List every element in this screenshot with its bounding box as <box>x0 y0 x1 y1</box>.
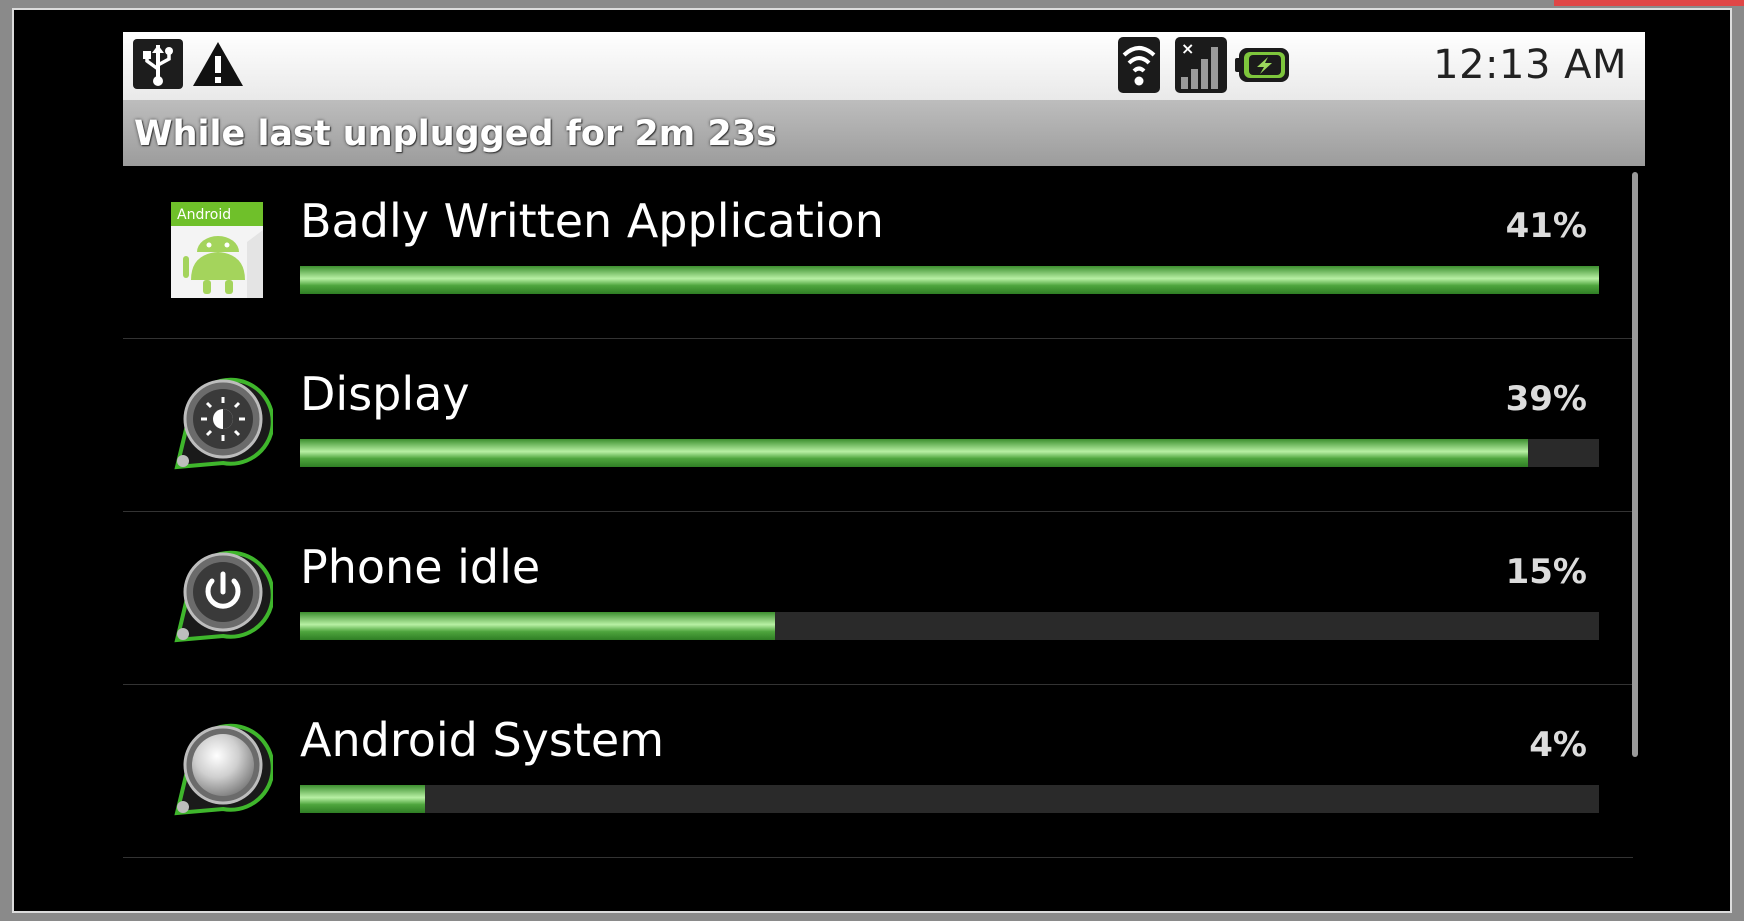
usage-bar-fill <box>300 266 1599 294</box>
item-percent: 41% <box>1505 206 1587 246</box>
usage-header: While last unplugged for 2m 23s <box>123 100 1645 166</box>
usage-bar-fill <box>300 439 1528 467</box>
list-item-display[interactable]: Display 39% <box>123 339 1633 512</box>
battery-usage-list: Android Badly Written Application 41% Di… <box>123 166 1645 902</box>
signal-icon: × <box>1175 37 1227 97</box>
item-label: Display <box>300 367 470 421</box>
usage-bar-track <box>300 266 1599 294</box>
battery-charging-icon <box>1235 44 1291 90</box>
list-item-badly-written-application[interactable]: Android Badly Written Application 41% <box>123 166 1633 339</box>
warning-icon <box>191 40 245 92</box>
usage-bar-fill <box>300 612 776 640</box>
android-app-icon: Android <box>163 194 273 304</box>
item-label: Badly Written Application <box>300 194 884 248</box>
item-percent: 15% <box>1505 552 1587 592</box>
usage-bar-track <box>300 785 1599 813</box>
device-screen: × 12:13 AM While last unplugged for 2m 2… <box>123 32 1645 902</box>
item-percent: 4% <box>1529 725 1587 765</box>
list-item-phone-idle[interactable]: Phone idle 15% <box>123 512 1633 685</box>
item-percent: 39% <box>1505 379 1587 419</box>
scrollbar[interactable] <box>1632 172 1638 757</box>
svg-text:×: × <box>1181 39 1194 58</box>
page-title: While last unplugged for 2m 23s <box>134 114 777 154</box>
display-brightness-icon <box>163 367 275 477</box>
window-accent <box>1554 0 1744 6</box>
list-item-android-system[interactable]: Android System 4% <box>123 685 1633 858</box>
usage-bar-track <box>300 439 1599 467</box>
status-bar: × 12:13 AM <box>123 32 1645 100</box>
wifi-icon <box>1118 37 1160 97</box>
power-icon <box>163 540 275 650</box>
usb-debug-icon <box>133 39 183 93</box>
usage-bar-fill <box>300 785 425 813</box>
status-time: 12:13 AM <box>1433 42 1627 88</box>
svg-text:Android: Android <box>177 207 231 223</box>
item-label: Android System <box>300 713 665 767</box>
usage-bar-track <box>300 612 1599 640</box>
item-label: Phone idle <box>300 540 541 594</box>
android-system-icon <box>163 713 275 823</box>
